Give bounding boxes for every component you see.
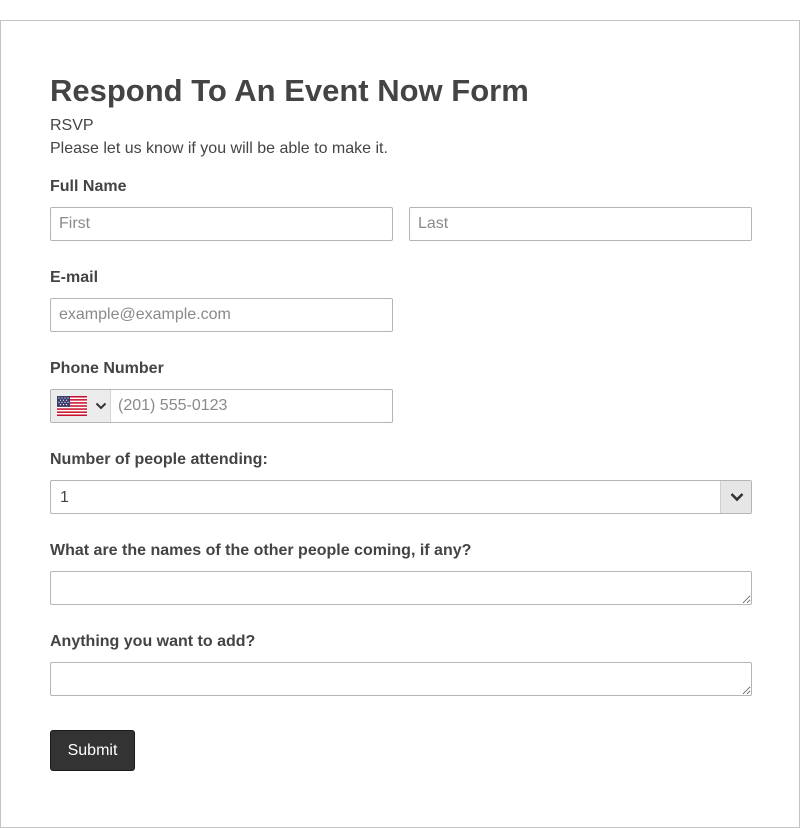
other-people-textarea[interactable] (50, 571, 752, 605)
phone-label: Phone Number (50, 360, 164, 377)
attendees-select[interactable]: 1 (50, 480, 752, 514)
form-title: Respond To An Event Now Form (50, 73, 529, 108)
form-card: Respond To An Event Now Form RSVP Please… (0, 20, 800, 828)
additional-textarea[interactable] (50, 662, 752, 696)
submit-button[interactable]: Submit (50, 730, 135, 771)
phone-field (50, 389, 393, 423)
attendees-selected-value: 1 (60, 489, 69, 506)
chevron-down-icon (730, 493, 744, 502)
form-description: Please let us know if you will be able t… (50, 140, 388, 157)
phone-input[interactable] (112, 390, 392, 422)
form-subtitle: RSVP (50, 117, 94, 134)
email-input[interactable] (50, 298, 393, 332)
chevron-down-icon (95, 402, 107, 410)
select-arrow[interactable] (720, 481, 751, 513)
first-name-input[interactable] (50, 207, 393, 241)
additional-label: Anything you want to add? (50, 633, 256, 650)
full-name-label: Full Name (50, 178, 127, 195)
other-people-label: What are the names of the other people c… (50, 542, 472, 559)
us-flag-icon (57, 396, 87, 416)
country-code-select[interactable] (51, 390, 111, 422)
last-name-input[interactable] (409, 207, 752, 241)
attendees-label: Number of people attending: (50, 451, 268, 468)
email-label: E-mail (50, 269, 99, 286)
